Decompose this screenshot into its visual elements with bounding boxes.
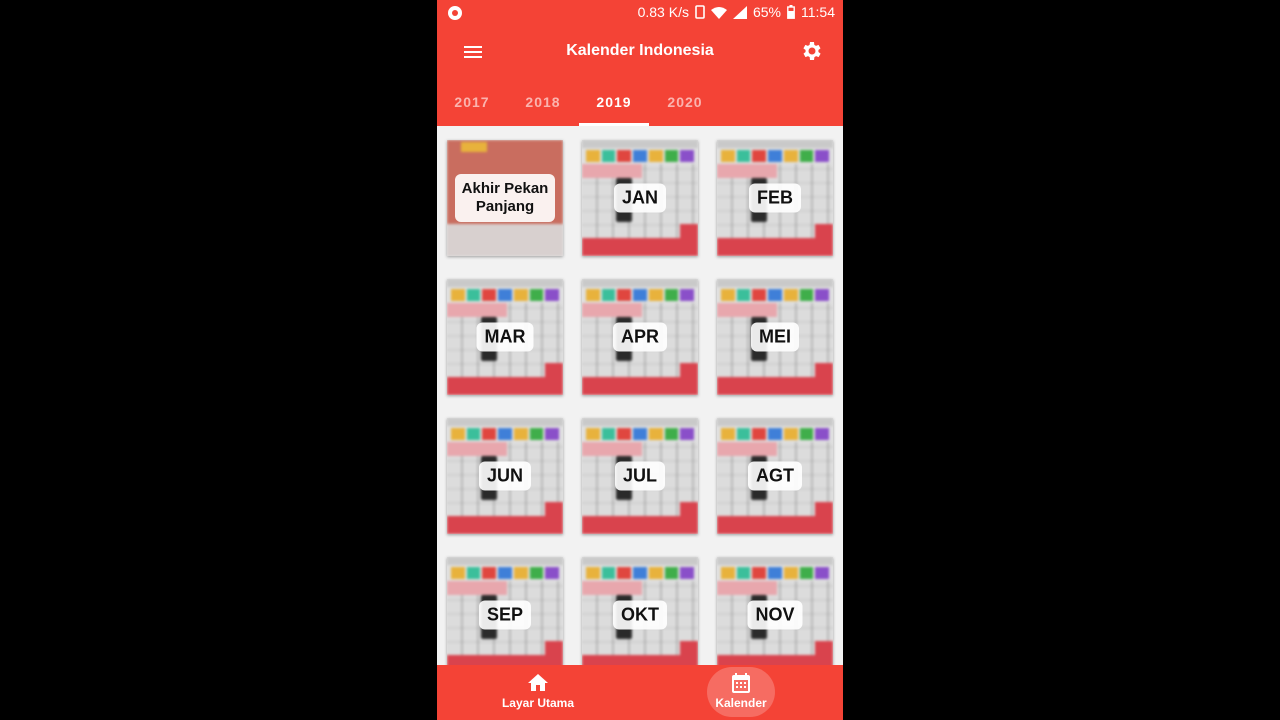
nav-label: Layar Utama [501,696,575,710]
tab-2020[interactable]: 2020 [650,78,720,126]
card-label: MAR [476,322,534,352]
card-jun[interactable]: JUN [447,418,563,534]
nav-kalender[interactable]: Kalender [696,665,786,720]
card-label: JUN [478,461,532,491]
phone-icon [695,5,705,19]
wifi-icon [710,6,727,19]
card-label: OKT [613,600,667,630]
card-mar[interactable]: MAR [447,279,563,395]
card-agt[interactable]: AGT [717,418,833,534]
tab-2017[interactable]: 2017 [437,78,507,126]
home-icon [528,674,548,691]
gear-icon[interactable] [799,39,823,63]
year-tabs: 2017 2018 2019 2020 [437,78,843,126]
card-jan[interactable]: JAN [582,140,698,256]
card-akhir-pekan-panjang[interactable]: Akhir Pekan Panjang [447,140,563,256]
signal-icon [732,5,747,19]
tab-2018[interactable]: 2018 [508,78,578,126]
card-label: SEP [478,600,532,630]
card-jul[interactable]: JUL [582,418,698,534]
clock: 11:54 [801,4,835,20]
card-label: APR [612,322,668,352]
phone-screen: 0.83 K/s 65% 11:54 Kalender Indonesia 20… [437,0,843,720]
card-label: FEB [749,183,801,213]
card-sep[interactable]: SEP [447,557,563,673]
card-label: Akhir Pekan Panjang [455,174,555,222]
card-feb[interactable]: FEB [717,140,833,256]
top-app-header: 0.83 K/s 65% 11:54 Kalender Indonesia 20… [437,0,843,126]
app-title: Kalender Indonesia [566,42,714,59]
battery-icon [787,5,795,19]
card-apr[interactable]: APR [582,279,698,395]
card-nov[interactable]: NOV [717,557,833,673]
nav-layar-utama[interactable]: Layar Utama [493,665,583,720]
status-bar: 0.83 K/s 65% 11:54 [437,0,843,26]
card-okt[interactable]: OKT [582,557,698,673]
card-label: JAN [613,183,667,213]
status-right: 0.83 K/s 65% 11:54 [638,4,835,20]
network-speed: 0.83 K/s [637,4,689,20]
card-label: AGT [748,461,802,491]
card-label: JUL [614,461,666,491]
nav-label: Kalender [715,696,767,710]
card-label: MEI [750,322,800,352]
app-bar: Kalender Indonesia [437,26,843,78]
card-label: NOV [747,600,803,630]
record-icon [448,6,462,20]
battery-percent: 65% [752,4,781,20]
tab-2019[interactable]: 2019 [579,78,649,126]
bottom-navigation: Layar Utama Kalender [437,665,843,720]
calendar-icon [732,673,750,693]
card-mei[interactable]: MEI [717,279,833,395]
